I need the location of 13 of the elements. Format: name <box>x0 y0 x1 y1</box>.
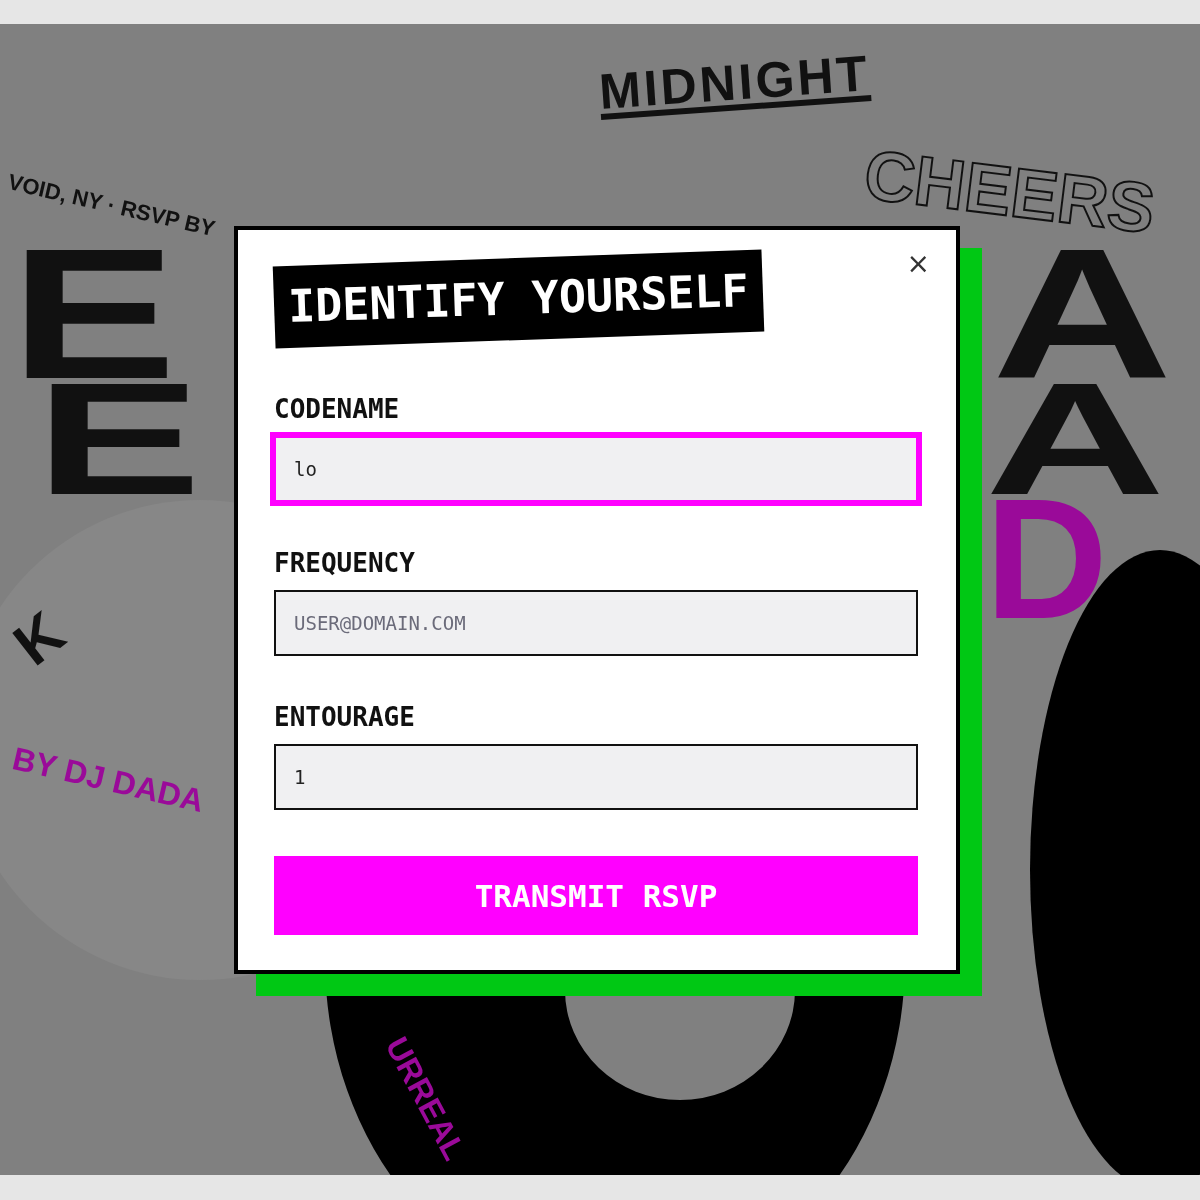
input-field[interactable]: USER@DOMAIN.COM <box>274 590 918 656</box>
field-label: ENTOURAGE <box>274 702 416 732</box>
input-field[interactable]: lo <box>274 436 918 502</box>
field-label: FREQUENCY <box>274 548 416 578</box>
input-field[interactable]: 1 <box>274 744 918 810</box>
dialog-title: IDENTIFY YOURSELF <box>272 249 764 349</box>
poster-caption: VOID, NY · RSVP BY <box>6 174 217 238</box>
poster-title: MIDNIGHT <box>598 55 872 120</box>
poster-caption: BY DJ DADA <box>10 746 206 814</box>
field-label: CODENAME <box>274 394 401 424</box>
poster-outline-text: CHEERS <box>861 148 1158 236</box>
close-button[interactable]: × <box>906 250 930 278</box>
poster-caption: K <box>8 607 70 670</box>
